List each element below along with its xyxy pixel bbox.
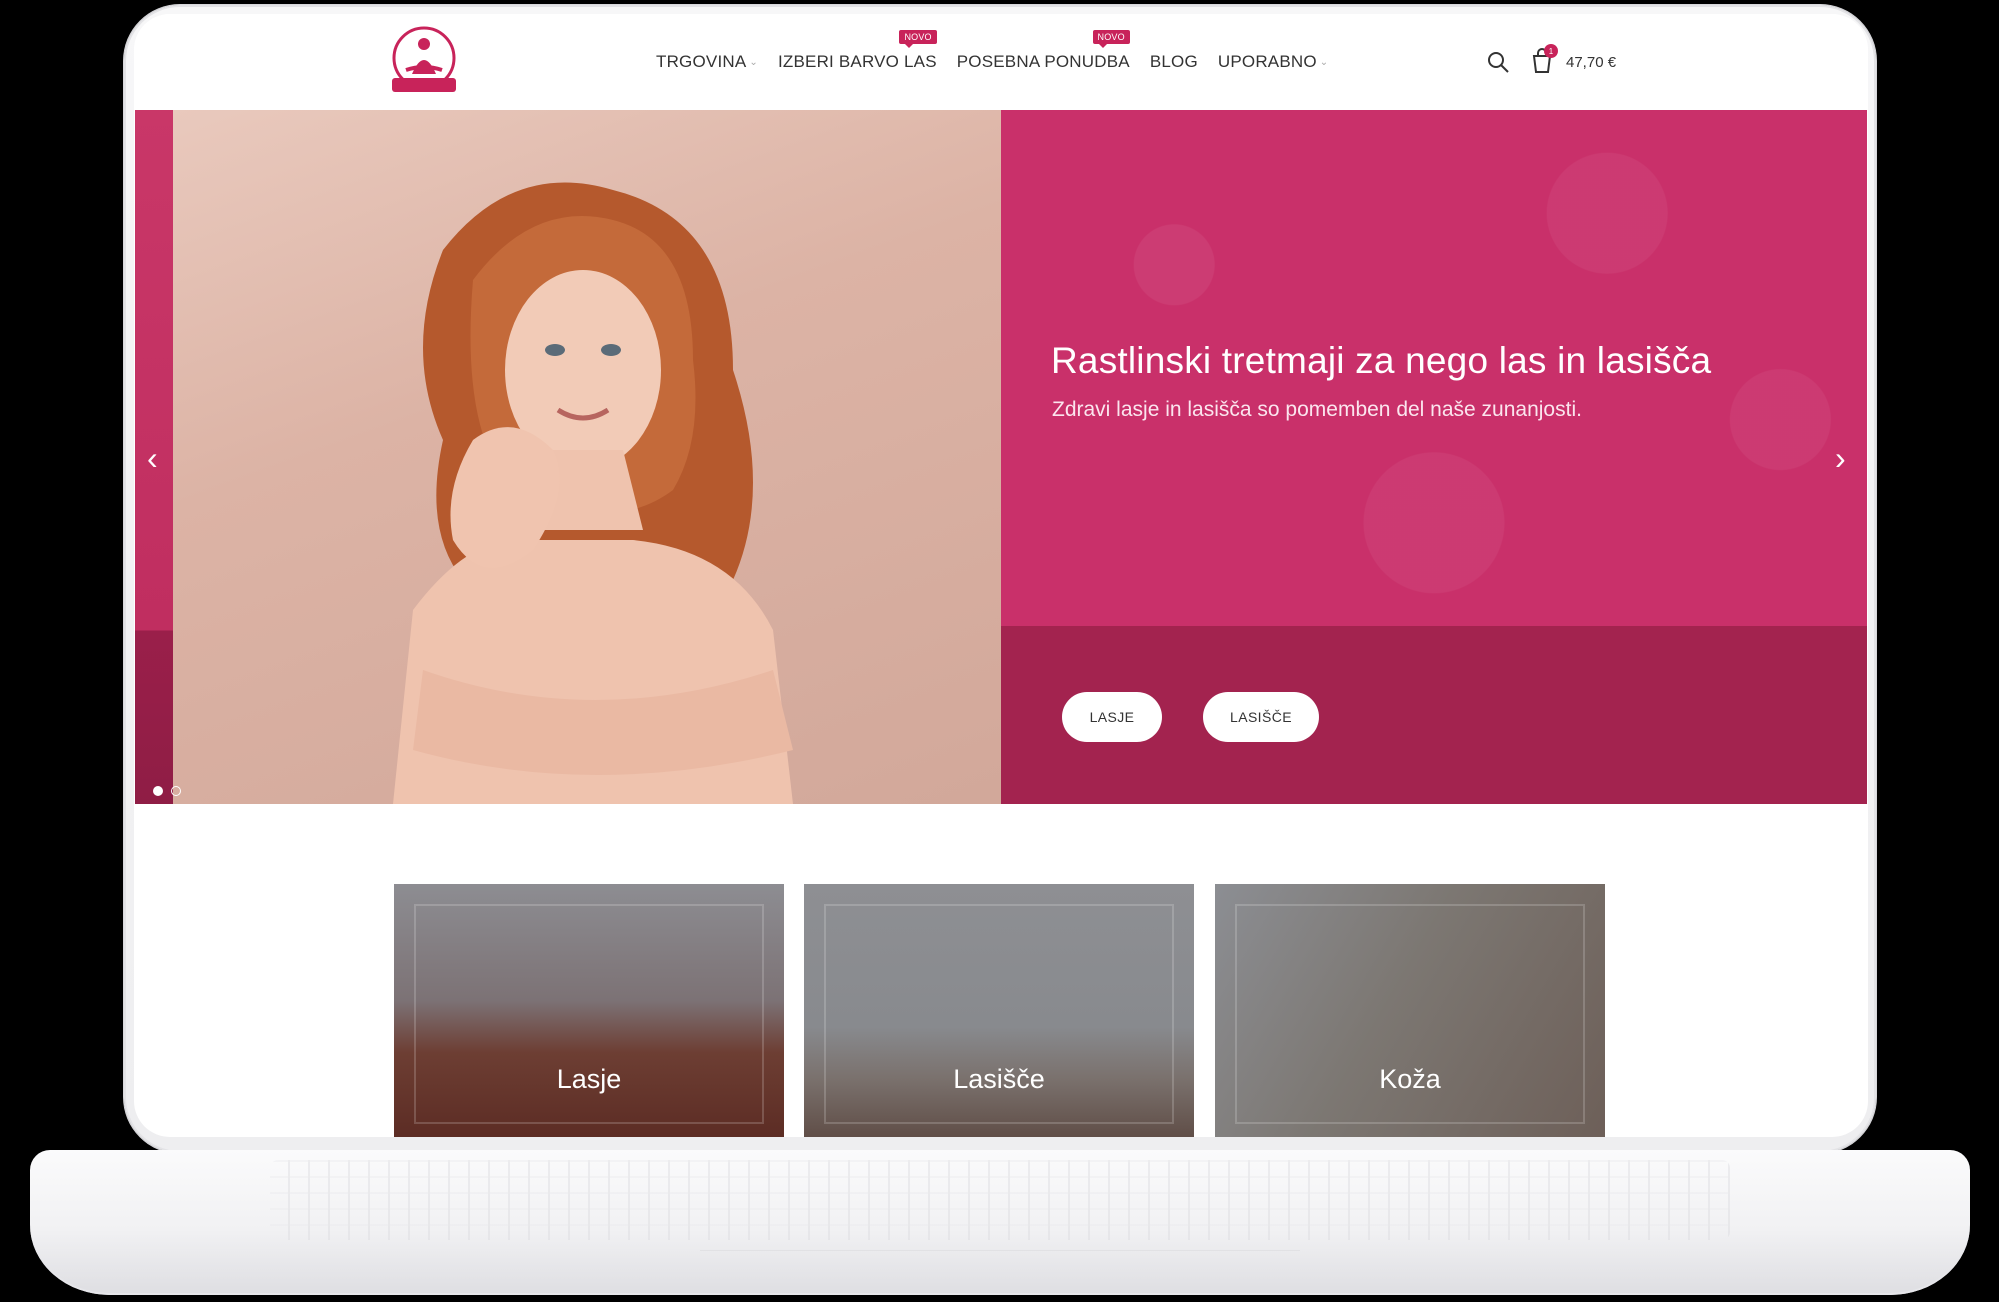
nav-label: UPORABNO bbox=[1217, 52, 1317, 71]
category-label: Lasišče bbox=[953, 1064, 1045, 1094]
hero-button-lasisce[interactable]: LASIŠČE bbox=[1203, 692, 1319, 742]
main-nav: TRGOVINA ⌄ NOVO IZBERI BARVO LAS NOVO PO… bbox=[656, 30, 1329, 72]
nav-label: TRGOVINA bbox=[656, 52, 747, 71]
nav-label: IZBERI BARVO LAS bbox=[777, 52, 937, 71]
slider-pagination bbox=[153, 786, 181, 796]
nav-item-blog[interactable]: BLOG bbox=[1150, 52, 1198, 72]
site-header: TRGOVINA ⌄ NOVO IZBERI BARVO LAS NOVO PO… bbox=[134, 14, 1868, 110]
chevron-left-icon[interactable]: ‹ bbox=[147, 440, 169, 480]
chevron-down-icon: ⌄ bbox=[749, 56, 758, 68]
category-label: Koža bbox=[1379, 1064, 1441, 1094]
chevron-right-icon[interactable]: › bbox=[1835, 440, 1857, 480]
hero-button-lasje[interactable]: LASJE bbox=[1062, 692, 1162, 742]
cart-count-badge: 1 bbox=[1544, 44, 1558, 58]
chevron-down-icon: ⌄ bbox=[1319, 56, 1329, 68]
nav-label: POSEBNA PONUDBA bbox=[956, 52, 1130, 71]
nav-item-trgovina[interactable]: TRGOVINA ⌄ bbox=[656, 52, 758, 72]
new-badge: NOVO bbox=[899, 30, 937, 48]
hero-slider: Rastlinski tretmaji za nego las in lasiš… bbox=[135, 110, 1867, 804]
category-card-lasisce[interactable]: Lasišče bbox=[804, 884, 1194, 1137]
hero-title: Rastlinski tretmaji za nego las in lasiš… bbox=[1051, 340, 1712, 381]
nav-item-uporabno[interactable]: UPORABNO ⌄ bbox=[1218, 52, 1329, 72]
category-card-koza[interactable]: Koža bbox=[1215, 884, 1605, 1137]
site-logo[interactable] bbox=[388, 26, 460, 98]
nav-label: BLOG bbox=[1149, 52, 1198, 71]
hero-image bbox=[173, 110, 1001, 804]
category-label: Lasje bbox=[556, 1064, 622, 1094]
category-card-lasje[interactable]: Lasje bbox=[394, 884, 784, 1137]
slider-dot-1[interactable] bbox=[153, 786, 163, 796]
nav-item-posebna-ponudba[interactable]: NOVO POSEBNA PONUDBA bbox=[956, 30, 1130, 72]
hero-subtitle: Zdravi lasje in lasišča so pomemben del … bbox=[1052, 398, 1582, 421]
laptop-screen: TRGOVINA ⌄ NOVO IZBERI BARVO LAS NOVO PO… bbox=[134, 14, 1868, 1137]
slider-dot-2[interactable] bbox=[171, 786, 181, 796]
woman-portrait-image bbox=[393, 182, 793, 804]
nav-item-izberi-barvo-las[interactable]: NOVO IZBERI BARVO LAS bbox=[777, 30, 937, 72]
cart-total[interactable]: 47,70 € bbox=[1566, 54, 1616, 71]
new-badge: NOVO bbox=[1092, 30, 1130, 48]
trackpad bbox=[700, 1250, 1300, 1280]
search-icon[interactable] bbox=[1486, 50, 1510, 74]
keyboard bbox=[270, 1160, 1730, 1240]
